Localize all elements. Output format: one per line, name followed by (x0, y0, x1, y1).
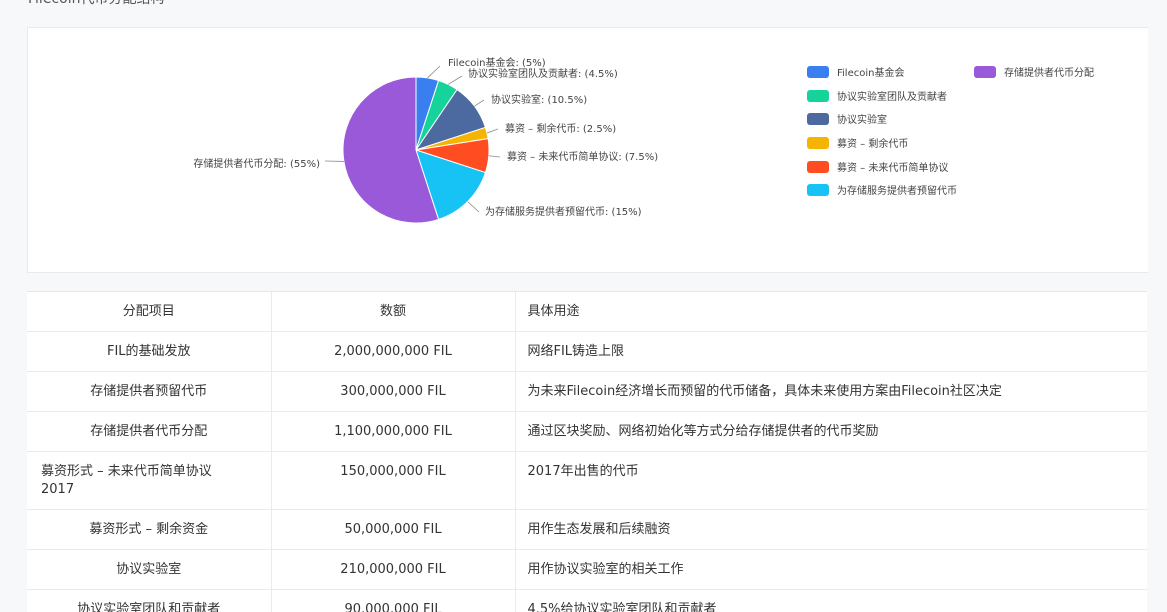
legend-item-storage-allocation[interactable]: 存储提供者代币分配 (974, 64, 1094, 79)
allocation-table: 分配项目 数额 具体用途 FIL的基础发放 2,000,000,000 FIL … (27, 292, 1147, 612)
legend-label: 募资 – 未来代币简单协议 (837, 159, 948, 174)
cell-usage: 用作协议实验室的相关工作 (515, 550, 1147, 590)
header-item: 分配项目 (27, 292, 271, 332)
cell-amount: 2,000,000,000 FIL (271, 332, 515, 372)
table-row: 协议实验室团队和贡献者 90,000,000 FIL 4.5%给协议实验室团队和… (27, 590, 1147, 612)
pie-leader-reserve (468, 202, 479, 212)
legend-swatch (807, 137, 829, 149)
cell-usage: 4.5%给协议实验室团队和贡献者 (515, 590, 1147, 612)
header-usage: 具体用途 (515, 292, 1147, 332)
cell-item: 存储提供者预留代币 (27, 372, 271, 412)
pie-leader-pl-team (448, 76, 462, 84)
legend-item-protocol-labs[interactable]: 协议实验室 (807, 111, 887, 126)
legend-item-filecoin-foundation[interactable]: Filecoin基金会 (807, 64, 904, 79)
legend-label: 为存储服务提供者预留代币 (837, 182, 957, 197)
cell-usage: 用作生态发展和后续融资 (515, 510, 1147, 550)
legend-item-pl-team[interactable]: 协议实验室团队及贡献者 (807, 88, 947, 103)
table-header-row: 分配项目 数额 具体用途 (27, 292, 1147, 332)
pie-label-protocol-labs: 协议实验室: (10.5%) (491, 93, 587, 106)
legend-swatch (807, 90, 829, 102)
table-row: 募资形式 – 未来代币简单协议 2017 150,000,000 FIL 201… (27, 452, 1147, 510)
table-row: 存储提供者代币分配 1,100,000,000 FIL 通过区块奖励、网络初始化… (27, 412, 1147, 452)
header-amount: 数额 (271, 292, 515, 332)
pie-leader-foundation (427, 66, 440, 78)
cell-usage: 通过区块奖励、网络初始化等方式分给存储提供者的代币奖励 (515, 412, 1147, 452)
pie-label-pl-team: 协议实验室团队及贡献者: (4.5%) (468, 67, 618, 80)
legend-label: 募资 – 剩余代币 (837, 135, 908, 150)
legend-swatch (807, 66, 829, 78)
pie-label-saft: 募资 – 未来代币简单协议: (7.5%) (507, 150, 658, 163)
pie-leader-protocol-labs (474, 100, 484, 106)
legend-swatch (807, 161, 829, 173)
cell-amount: 50,000,000 FIL (271, 510, 515, 550)
page-header: Filecoin代币分配结构 (28, 0, 164, 8)
cell-usage: 为未来Filecoin经济增长而预留的代币储备，具体未来使用方案由Filecoi… (515, 372, 1147, 412)
legend-label: 协议实验室团队及贡献者 (837, 88, 947, 103)
pie-label-foundation: Filecoin基金会: (5%) (448, 56, 546, 69)
pie-label-storage: 存储提供者代币分配: (55%) (193, 157, 320, 170)
pie-label-remaining: 募资 – 剩余代币: (2.5%) (505, 122, 616, 135)
cell-amount: 1,100,000,000 FIL (271, 412, 515, 452)
cell-usage: 2017年出售的代币 (515, 452, 1147, 510)
allocation-table-container: 分配项目 数额 具体用途 FIL的基础发放 2,000,000,000 FIL … (27, 291, 1147, 612)
legend-swatch (974, 66, 996, 78)
table-row: FIL的基础发放 2,000,000,000 FIL 网络FIL铸造上限 (27, 332, 1147, 372)
cell-amount: 300,000,000 FIL (271, 372, 515, 412)
legend-item-saft[interactable]: 募资 – 未来代币简单协议 (807, 159, 948, 174)
pie-leader-remaining (487, 129, 498, 133)
cell-amount: 150,000,000 FIL (271, 452, 515, 510)
pie-label-reserve: 为存储服务提供者预留代币: (15%) (485, 205, 642, 218)
legend-label: 存储提供者代币分配 (1004, 64, 1094, 79)
cell-usage: 网络FIL铸造上限 (515, 332, 1147, 372)
legend-label: Filecoin基金会 (837, 64, 904, 79)
cell-amount: 90,000,000 FIL (271, 590, 515, 612)
legend-swatch (807, 184, 829, 196)
cell-item: 募资形式 – 未来代币简单协议 2017 (27, 452, 271, 510)
cell-item: 协议实验室 (27, 550, 271, 590)
legend-label: 协议实验室 (837, 111, 887, 126)
cell-item: FIL的基础发放 (27, 332, 271, 372)
legend-item-remaining-funds[interactable]: 募资 – 剩余代币 (807, 135, 908, 150)
legend-item-reserve[interactable]: 为存储服务提供者预留代币 (807, 182, 957, 197)
table-row: 募资形式 – 剩余资金 50,000,000 FIL 用作生态发展和后续融资 (27, 510, 1147, 550)
cell-amount: 210,000,000 FIL (271, 550, 515, 590)
chart-panel: Filecoin基金会: (5%)协议实验室团队及贡献者: (4.5%) 协议实验… (27, 27, 1148, 273)
cell-item: 协议实验室团队和贡献者 (27, 590, 271, 612)
pie-leader-saft (489, 156, 500, 157)
legend-swatch (807, 113, 829, 125)
table-row: 协议实验室 210,000,000 FIL 用作协议实验室的相关工作 (27, 550, 1147, 590)
table-row: 存储提供者预留代币 300,000,000 FIL 为未来Filecoin经济增… (27, 372, 1147, 412)
cell-item: 募资形式 – 剩余资金 (27, 510, 271, 550)
cell-item: 存储提供者代币分配 (27, 412, 271, 452)
